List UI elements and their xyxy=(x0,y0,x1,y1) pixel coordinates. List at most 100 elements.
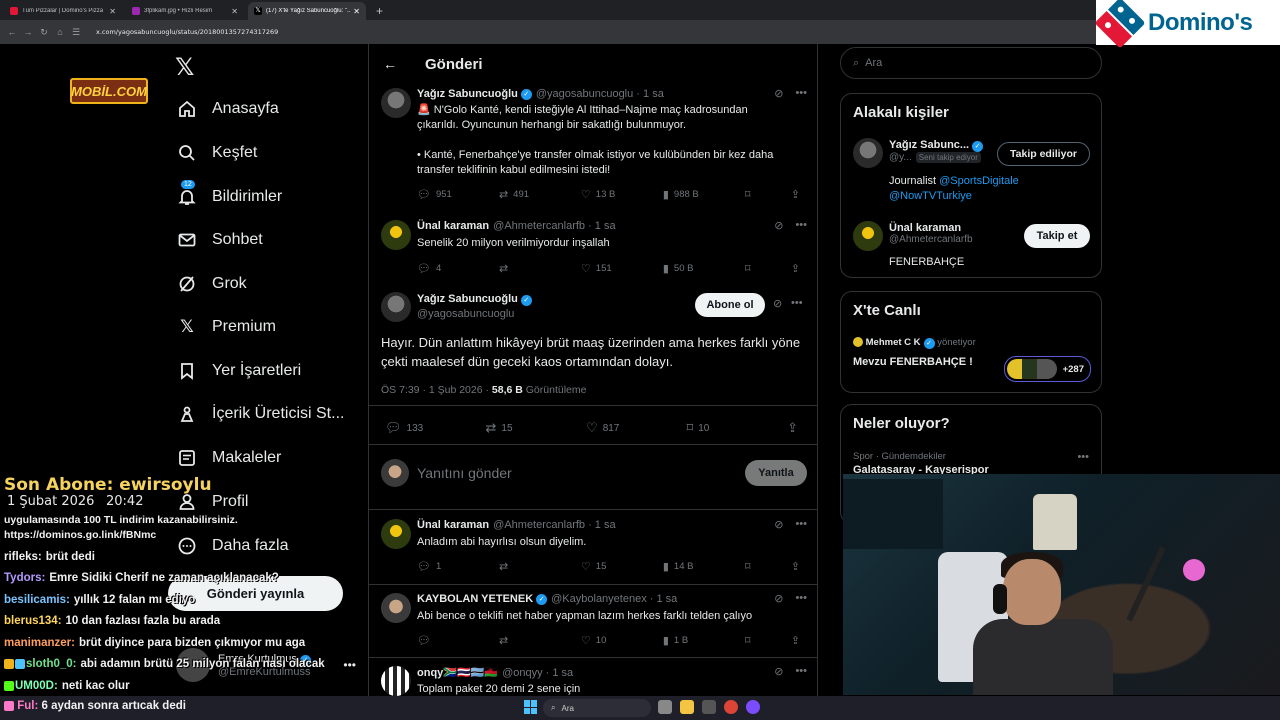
reply-button[interactable]: 💬︎ xyxy=(417,634,467,647)
parent-post[interactable]: Yağız Sabuncuoğlu ✓ @yagosabuncuoglu · 1 s… xyxy=(381,87,807,208)
terminal-icon[interactable] xyxy=(702,700,716,714)
nav-item-notifications[interactable]: 12 Bildirimler xyxy=(176,180,282,212)
repost-button[interactable]: ⇄ 491 xyxy=(499,188,549,201)
nav-item-bookmarks[interactable]: Yer İşaretleri xyxy=(176,356,301,386)
nav-item-grok[interactable]: Grok xyxy=(176,269,247,299)
grok-icon[interactable]: ⊘ xyxy=(774,87,783,100)
mention-link[interactable]: @NowTVTurkiye xyxy=(889,190,972,202)
close-icon[interactable]: ✕ xyxy=(231,7,238,16)
browser-tab-dominos[interactable]: Tüm Pizzalar | Domino's Pizza ✕ xyxy=(4,2,122,20)
author-handle[interactable]: @yagosabuncuoglu xyxy=(417,308,514,320)
avatar[interactable] xyxy=(381,666,411,696)
more-icon[interactable]: ••• xyxy=(795,219,807,232)
more-icon[interactable]: ••• xyxy=(343,658,356,672)
chrome-icon[interactable] xyxy=(724,700,738,714)
close-icon[interactable]: ✕ xyxy=(353,7,360,16)
task-view-icon[interactable] xyxy=(658,700,672,714)
grok-icon[interactable]: ⊘ xyxy=(774,518,783,531)
share-button[interactable]: ⇪ xyxy=(791,188,805,201)
reply-post[interactable]: onqy🇿🇦🇹🇭🇧🇼🇲🇼 @onqyy · 1 sa ⊘ ••• Toplam pa… xyxy=(381,665,807,696)
more-icon[interactable]: ••• xyxy=(795,518,807,531)
reply-button[interactable]: 💬︎ 133 xyxy=(385,420,435,436)
following-button[interactable]: Takip ediliyor xyxy=(997,142,1090,166)
windows-start-icon[interactable] xyxy=(524,700,538,714)
bookmark-button[interactable]: ⌑ xyxy=(745,262,759,275)
reply-submit-button[interactable]: Yanıtla xyxy=(745,460,807,486)
share-button[interactable]: ⇪ xyxy=(791,560,805,573)
nav-item-more[interactable]: Daha fazla xyxy=(176,531,289,561)
grok-icon[interactable]: ⊘ xyxy=(774,592,783,605)
more-icon[interactable]: ••• xyxy=(791,297,803,309)
forward-icon[interactable]: → xyxy=(22,27,34,37)
like-button[interactable]: ♡ 13 B xyxy=(581,188,631,201)
browser-tab-image[interactable]: 3fplikam.jpg • Hızlı Resim ✕ xyxy=(126,2,244,20)
nav-item-articles[interactable]: Makaleler xyxy=(176,443,281,473)
mention-link[interactable]: @SportsDigitale xyxy=(939,175,1019,187)
live-topic[interactable]: Mevzu FENERBAHÇE ! xyxy=(853,356,973,368)
repost-button[interactable]: ⇄ xyxy=(499,560,549,573)
related-person-1[interactable]: Yağız Sabunc... ✓ @y... Seni takip ediyor xyxy=(889,139,984,163)
app-icon[interactable] xyxy=(746,700,760,714)
grok-icon[interactable]: ⊘ xyxy=(774,219,783,232)
reply-post[interactable]: Ünal karaman @Ahmetercanlarfb · 1 sa ⊘ •••… xyxy=(381,518,807,579)
site-info-icon[interactable]: ☰ xyxy=(70,27,82,38)
bookmark-button[interactable]: ⌑ xyxy=(745,188,759,201)
reply-button[interactable]: 💬︎ 1 xyxy=(417,560,467,573)
avatar[interactable] xyxy=(381,519,411,549)
x-logo-icon[interactable]: 𝕏 xyxy=(175,53,194,82)
reload-icon[interactable]: ↻ xyxy=(38,27,50,38)
follow-button[interactable]: Takip et xyxy=(1024,224,1090,248)
avatar[interactable] xyxy=(381,593,411,623)
new-tab-button[interactable]: + xyxy=(370,2,389,20)
like-button[interactable]: ♡ 817 xyxy=(586,420,636,436)
home-icon[interactable]: ⌂ xyxy=(54,27,66,37)
nav-item-chat[interactable]: Sohbet xyxy=(176,225,263,255)
avatar[interactable] xyxy=(853,221,883,251)
views-button[interactable]: ▮ 14 B xyxy=(663,560,713,573)
reply-input[interactable]: Yanıtını gönder xyxy=(417,465,512,481)
nav-item-creator-studio[interactable]: İçerik Üreticisi St... xyxy=(176,399,344,429)
back-arrow-icon[interactable]: ← xyxy=(383,56,397,72)
avatar[interactable] xyxy=(381,220,411,250)
views-button[interactable]: ▮ 988 B xyxy=(663,188,713,201)
nav-item-premium[interactable]: 𝕏 Premium xyxy=(176,312,276,342)
views-button[interactable]: ▮ 50 B xyxy=(663,262,713,275)
taskbar-search[interactable]: ⌕ Ara xyxy=(543,699,651,717)
repost-button[interactable]: ⇄ xyxy=(499,262,549,275)
live-host[interactable]: Mehmet C K ✓ yönetiyor xyxy=(853,337,976,349)
avatar[interactable] xyxy=(381,292,411,322)
like-button[interactable]: ♡ 10 xyxy=(581,634,631,647)
bookmark-button[interactable]: ⌑ 10 xyxy=(687,420,737,436)
reply-post[interactable]: Ünal karaman @Ahmetercanlarfb · 1 sa ⊘ •••… xyxy=(381,219,807,280)
nav-item-explore[interactable]: Keşfet xyxy=(176,138,257,168)
search-input[interactable]: ⌕ Ara xyxy=(840,47,1102,79)
avatar[interactable] xyxy=(381,88,411,118)
repost-button[interactable]: ⇄ xyxy=(499,634,549,647)
reply-button[interactable]: 💬︎ 4 xyxy=(417,262,467,275)
grok-icon[interactable]: ⊘ xyxy=(774,665,783,678)
more-icon[interactable]: ••• xyxy=(1077,451,1089,463)
avatar[interactable] xyxy=(853,138,883,168)
bookmark-button[interactable]: ⌑ xyxy=(745,560,759,573)
more-icon[interactable]: ••• xyxy=(795,665,807,678)
like-button[interactable]: ♡ 15 xyxy=(581,560,631,573)
close-icon[interactable]: ✕ xyxy=(109,7,116,16)
nav-item-home[interactable]: Anasayfa xyxy=(176,94,279,124)
share-button[interactable]: ⇪ xyxy=(791,634,805,647)
views-button[interactable]: ▮ 1 B xyxy=(663,634,713,647)
browser-tab-x[interactable]: 𝕏 (17) X'te Yağız Sabuncuoğlu: "... ✕ xyxy=(248,2,366,20)
url-field[interactable]: x.com/yagosabuncuoglu/status/20180013572… xyxy=(96,28,278,36)
share-button[interactable]: ⇪ xyxy=(791,262,805,275)
bookmark-button[interactable]: ⌑ xyxy=(745,634,759,647)
repost-button[interactable]: ⇄ 15 xyxy=(486,420,536,436)
reply-button[interactable]: 💬︎ 951 xyxy=(417,188,467,201)
subscribe-button[interactable]: Abone ol xyxy=(695,293,765,317)
author-name[interactable]: Yağız Sabuncuoğlu ✓ xyxy=(417,293,532,306)
reply-post[interactable]: KAYBOLAN YETENEK ✓ @Kaybolanyetenex · 1 sa… xyxy=(381,592,807,653)
share-button[interactable]: ⇪ xyxy=(787,420,803,436)
more-icon[interactable]: ••• xyxy=(795,87,807,100)
like-button[interactable]: ♡ 151 xyxy=(581,262,631,275)
back-icon[interactable]: ← xyxy=(6,27,18,37)
file-explorer-icon[interactable] xyxy=(680,700,694,714)
live-listeners-pill[interactable]: +287 xyxy=(1004,356,1091,382)
